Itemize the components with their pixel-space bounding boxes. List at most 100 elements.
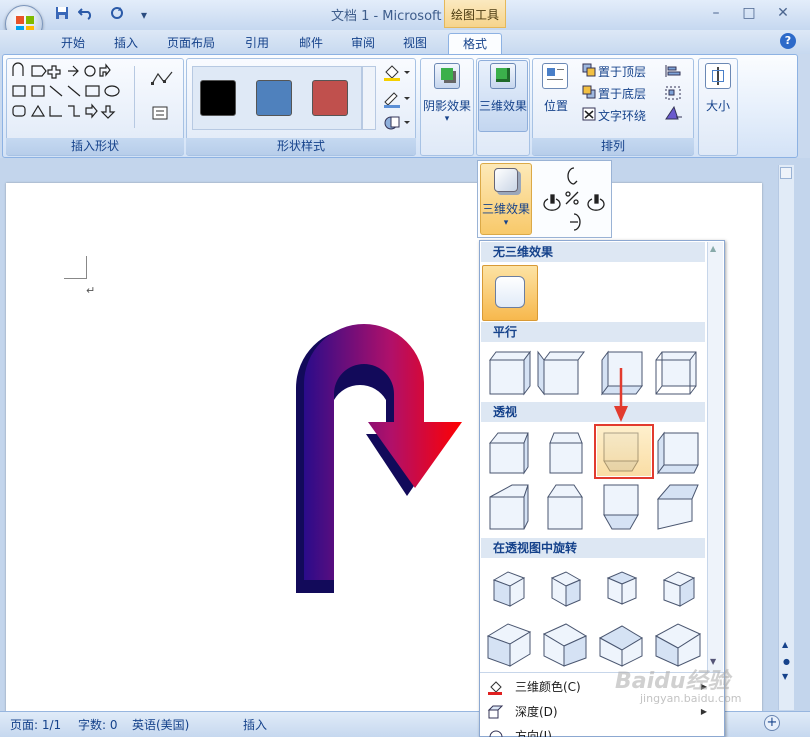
rotated-option-8 <box>654 623 702 667</box>
rotated-option-2 <box>550 571 582 607</box>
position-label[interactable]: 位置 <box>536 97 576 114</box>
paint-bucket-icon <box>488 681 502 695</box>
text-wrap-icon <box>582 107 596 121</box>
margin-corner-horizontal <box>64 278 87 279</box>
perspective-option-5 <box>489 484 529 530</box>
watermark-text: Baidu经验 <box>615 669 730 694</box>
parallel-option-2 <box>537 350 585 396</box>
align-group-rotate-icons[interactable] <box>664 63 688 123</box>
shadow-effects-icon[interactable] <box>434 63 460 89</box>
close-button[interactable]: ✕ <box>770 4 796 22</box>
no-3d-option[interactable] <box>482 265 538 321</box>
change-shape-icon[interactable] <box>382 114 410 132</box>
zoom-in-icon[interactable]: + <box>764 715 780 731</box>
depth-icon <box>487 705 504 719</box>
annotation-arrow-icon <box>614 368 628 422</box>
browse-object-icon[interactable]: ● <box>783 657 790 666</box>
status-insert-mode[interactable]: 插入 <box>243 716 267 732</box>
tab-insert[interactable]: 插入 <box>105 33 147 53</box>
shape-outline-icon[interactable] <box>382 90 410 108</box>
annotation-highlight-box <box>594 424 654 479</box>
redo-icon[interactable] <box>108 6 126 24</box>
direction-icon <box>489 730 503 737</box>
shapes-gallery-scroll[interactable] <box>134 66 146 128</box>
shape-fill-icon[interactable] <box>382 64 410 82</box>
group-label-arrange: 排列 <box>532 138 694 155</box>
maximize-button[interactable]: □ <box>736 4 762 22</box>
rotated-option-5 <box>486 623 532 667</box>
help-icon[interactable]: ? <box>780 33 796 49</box>
gallery-scrollbar[interactable] <box>707 242 723 672</box>
tab-references[interactable]: 引用 <box>236 33 278 53</box>
bring-to-front-icon <box>582 63 596 77</box>
edit-shape-icon[interactable] <box>150 70 174 88</box>
rotated-option-1 <box>492 571 526 607</box>
gallery-section-rotated-perspective: 在透视图中旋转 <box>481 538 705 558</box>
next-page-icon[interactable]: ▼ <box>782 672 788 681</box>
status-word-count[interactable]: 字数: 0 <box>78 716 118 732</box>
3d-effects-flyout-label[interactable]: 三维效果 <box>480 200 532 217</box>
styles-gallery-scroll[interactable] <box>362 66 376 130</box>
save-icon[interactable] <box>54 6 70 24</box>
text-wrap-button[interactable]: 文字环绕 <box>598 107 646 124</box>
undo-icon[interactable] <box>75 6 97 24</box>
perspective-option-7 <box>603 484 639 530</box>
minimize-button[interactable]: – <box>703 4 729 22</box>
perspective-option-8 <box>656 484 699 530</box>
rotated-perspective-options[interactable] <box>482 562 706 672</box>
watermark-subtext: jingyan.baidu.com <box>640 692 742 705</box>
perspective-option-6 <box>547 484 583 530</box>
context-tool-group-drawing: 绘图工具 <box>444 0 506 28</box>
parallel-option-1 <box>489 350 531 396</box>
rotated-option-3 <box>606 571 638 605</box>
gallery-scroll-up-icon[interactable]: ▲ <box>710 244 716 253</box>
gallery-section-parallel: 平行 <box>481 322 705 342</box>
3d-effects-label[interactable]: 三维效果 <box>476 97 530 114</box>
send-to-back-button[interactable]: 置于底层 <box>598 85 646 102</box>
tab-view[interactable]: 视图 <box>394 33 436 53</box>
tab-mailings[interactable]: 邮件 <box>290 33 332 53</box>
shadow-effects-dropdown-icon[interactable]: ▾ <box>420 114 474 124</box>
flat-shape-icon <box>495 276 525 308</box>
style-swatch-black[interactable] <box>200 80 236 116</box>
perspective-option-2 <box>549 432 583 474</box>
rotated-option-4 <box>662 571 696 607</box>
status-page[interactable]: 页面: 1/1 <box>10 716 61 732</box>
vertical-scrollbar[interactable] <box>778 165 794 710</box>
position-icon[interactable] <box>542 63 568 89</box>
3d-uturn-arrow-shape[interactable] <box>290 318 480 598</box>
tab-home[interactable]: 开始 <box>52 33 94 53</box>
gallery-section-no-3d: 无三维效果 <box>481 242 705 262</box>
3d-tilt-controls[interactable] <box>540 164 608 234</box>
size-label[interactable]: 大小 <box>698 97 738 114</box>
paragraph-mark: ↵ <box>86 284 96 297</box>
status-language[interactable]: 英语(美国) <box>132 716 189 732</box>
3d-dropdown-arrow-icon[interactable]: ▾ <box>480 218 532 228</box>
perspective-option-4 <box>657 431 699 475</box>
tab-page-layout[interactable]: 页面布局 <box>160 33 222 53</box>
shapes-gallery[interactable] <box>10 62 138 122</box>
text-box-icon[interactable] <box>152 106 168 120</box>
style-swatch-red[interactable] <box>312 80 348 116</box>
customize-qat-button[interactable]: ▾ <box>138 6 150 24</box>
group-label-insert-shapes: 插入形状 <box>6 138 184 155</box>
ruler-toggle-icon[interactable] <box>780 167 792 179</box>
3d-cube-icon <box>494 168 518 192</box>
group-label-shape-styles: 形状样式 <box>186 138 416 155</box>
prev-page-icon[interactable]: ▲ <box>782 640 788 649</box>
3d-effects-icon <box>490 63 516 89</box>
tab-review[interactable]: 审阅 <box>342 33 384 53</box>
send-to-back-icon <box>582 85 596 99</box>
rotated-option-7 <box>598 625 643 667</box>
perspective-option-1 <box>488 432 529 475</box>
bring-to-front-button[interactable]: 置于顶层 <box>598 63 646 80</box>
shadow-effects-label[interactable]: 阴影效果 <box>420 97 474 114</box>
size-icon[interactable] <box>705 63 731 89</box>
tab-format[interactable]: 格式 <box>448 33 502 55</box>
rotated-option-6 <box>542 623 588 667</box>
margin-corner-vertical <box>86 256 87 278</box>
menu-direction[interactable]: 方向(I) <box>481 724 711 737</box>
parallel-options-row[interactable] <box>482 344 706 400</box>
style-swatch-blue[interactable] <box>256 80 292 116</box>
gallery-section-perspective: 透视 <box>481 402 705 422</box>
